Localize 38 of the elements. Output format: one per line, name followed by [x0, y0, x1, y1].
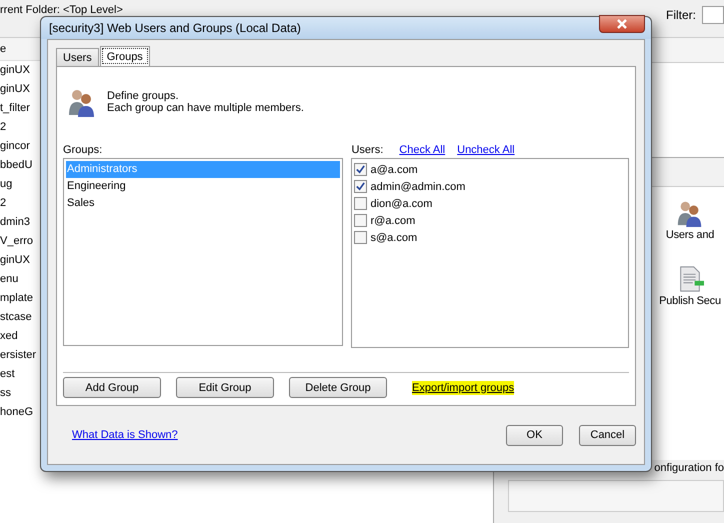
checkbox[interactable]	[354, 214, 368, 227]
user-name: dion@a.com	[370, 198, 432, 210]
user-name: r@a.com	[370, 214, 416, 226]
check-all-link[interactable]: Check All	[399, 143, 446, 157]
user-name: a@a.com	[370, 164, 418, 176]
group-button[interactable]: Add Group	[63, 377, 161, 398]
close-icon	[616, 19, 628, 29]
tool-label: Users and	[666, 229, 714, 241]
dialog-button[interactable]: OK	[506, 424, 563, 446]
filter-label: Filter:	[666, 7, 696, 22]
group-item[interactable]: Sales	[66, 195, 340, 212]
close-button[interactable]	[599, 15, 645, 33]
user-name: admin@admin.com	[370, 180, 466, 192]
export-import-link[interactable]: Export/import groups	[412, 380, 514, 394]
group-button[interactable]: Delete Group	[289, 377, 387, 398]
checkbox[interactable]	[354, 197, 368, 210]
filter-field[interactable]	[702, 6, 724, 24]
checkbox[interactable]	[354, 231, 368, 244]
tool-label: Publish Secu	[659, 295, 721, 307]
tab[interactable]: Groups	[100, 46, 150, 66]
intro-text: Each group can have multiple members.	[107, 102, 304, 114]
checkbox[interactable]	[354, 163, 368, 176]
intro-text: Define groups.	[107, 90, 180, 102]
users-label: Users:	[351, 143, 384, 157]
user-name: s@a.com	[370, 232, 418, 244]
help-link[interactable]: What Data is Shown?	[72, 429, 178, 441]
window-title: [security3] Web Users and Groups (Local Data)	[49, 21, 301, 35]
groups-label: Groups:	[63, 143, 104, 157]
users-icon	[67, 87, 97, 117]
users-icon[interactable]	[676, 199, 704, 227]
dialog-button[interactable]: Cancel	[579, 424, 636, 446]
checkbox[interactable]	[354, 180, 368, 193]
tab[interactable]: Users	[56, 48, 99, 66]
group-item[interactable]: Engineering	[66, 178, 340, 195]
description-text: onfiguration fo	[654, 462, 724, 474]
group-button[interactable]: Edit Group	[176, 377, 274, 398]
uncheck-all-link[interactable]: Uncheck All	[457, 143, 515, 157]
folder-label: rrent Folder: <Top Level>	[0, 4, 123, 16]
